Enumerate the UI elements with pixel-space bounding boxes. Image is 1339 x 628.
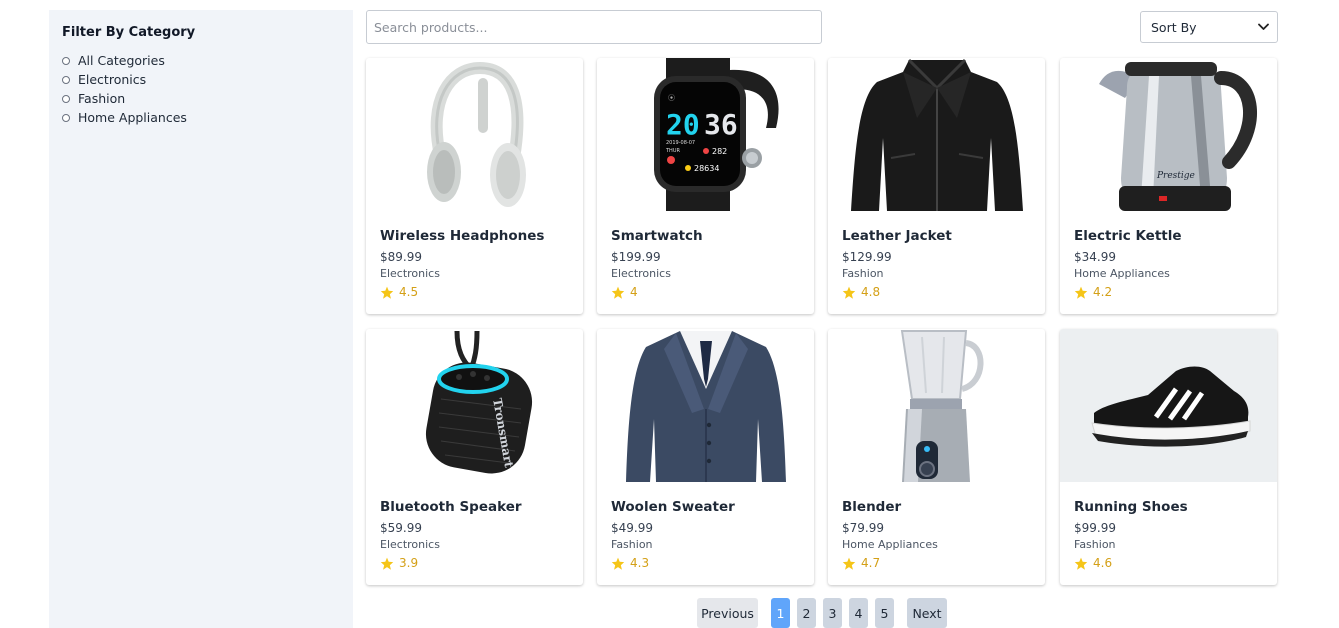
watch-date: 2019-08-07 [666,140,695,146]
watch-hour: 20 [666,108,700,141]
sweater-image [597,329,814,482]
product-rating: 4.5 [380,285,418,299]
sort-select[interactable]: Sort By [1140,11,1278,43]
star-icon [1074,557,1088,570]
product-price: $59.99 [380,521,422,535]
product-price: $79.99 [842,521,884,535]
search-input[interactable] [366,10,822,44]
rating-value: 3.9 [399,556,419,570]
star-icon [842,557,856,570]
category-label: Fashion [78,91,126,106]
product-price: $199.99 [611,250,661,264]
product-card-smartwatch[interactable]: ⦿ 20 36 2019-08-07 THUR 282 28634 Smartw… [597,58,814,314]
watch-minute: 36 [704,108,738,141]
page-button-5[interactable]: 5 [875,598,894,628]
product-price: $34.99 [1074,250,1116,264]
product-price: $99.99 [1074,521,1116,535]
product-category: Fashion [842,267,884,280]
radio-button[interactable] [62,56,70,65]
star-icon [842,286,856,299]
radio-button[interactable] [62,94,70,103]
blender-image [828,329,1045,482]
jacket-image [828,58,1045,211]
smartwatch-image: ⦿ 20 36 2019-08-07 THUR 282 28634 [597,58,814,211]
category-option-electronics[interactable]: Electronics [62,72,146,87]
star-icon [380,286,394,299]
sort-label: Sort By [1151,19,1197,35]
watch-day: THUR [665,148,680,154]
svg-text:⦿: ⦿ [668,94,675,102]
product-card-bluetooth-speaker[interactable]: Tronsmart Bluetooth Speaker $59.99 Elect… [366,329,583,585]
sidebar-title: Filter By Category [62,25,196,40]
star-icon [611,557,625,570]
product-card-wireless-headphones[interactable]: Wireless Headphones $89.99 Electronics 4… [366,58,583,314]
headphones-image [366,58,583,211]
next-page-button[interactable]: Next [907,598,947,628]
page-button-1[interactable]: 1 [771,598,790,628]
rating-value: 4.3 [630,556,650,570]
product-name: Electric Kettle [1074,228,1182,244]
product-category: Fashion [611,538,653,551]
star-icon [1074,286,1088,299]
product-name: Bluetooth Speaker [380,499,522,515]
chevron-down-icon [1258,23,1269,30]
product-price: $89.99 [380,250,422,264]
product-rating: 4.7 [842,556,880,570]
rating-value: 4.5 [399,285,419,299]
category-option-home-appliances[interactable]: Home Appliances [62,110,187,125]
previous-page-button[interactable]: Previous [697,598,758,628]
product-name: Blender [842,499,902,515]
rating-value: 4.6 [1093,556,1113,570]
radio-button[interactable] [62,113,70,122]
page-button-2[interactable]: 2 [797,598,816,628]
watch-heart-rate: 282 [712,147,727,156]
product-category: Electronics [380,267,440,280]
rating-value: 4.2 [1093,285,1113,299]
product-rating: 4.3 [611,556,649,570]
category-label: Electronics [78,72,147,87]
product-rating: 4.2 [1074,285,1112,299]
product-category: Home Appliances [842,538,938,551]
category-label: Home Appliances [78,110,187,125]
product-card-woolen-sweater[interactable]: Woolen Sweater $49.99 Fashion 4.3 [597,329,814,585]
product-category: Electronics [380,538,440,551]
shoes-image [1060,329,1277,482]
product-name: Wireless Headphones [380,228,545,244]
product-name: Running Shoes [1074,499,1188,515]
star-icon [380,557,394,570]
product-rating: 4.6 [1074,556,1112,570]
page-button-4[interactable]: 4 [849,598,868,628]
product-card-leather-jacket[interactable]: Leather Jacket $129.99 Fashion 4.8 [828,58,1045,314]
rating-value: 4 [630,285,638,299]
product-name: Woolen Sweater [611,499,735,515]
product-name: Leather Jacket [842,228,952,244]
product-rating: 4 [611,285,638,299]
speaker-image: Tronsmart [366,329,583,482]
rating-value: 4.8 [861,285,881,299]
watch-steps: 28634 [694,164,719,173]
radio-button[interactable] [62,75,70,84]
product-rating: 3.9 [380,556,418,570]
product-card-blender[interactable]: Blender $79.99 Home Appliances 4.7 [828,329,1045,585]
product-price: $129.99 [842,250,892,264]
product-category: Electronics [611,267,671,280]
kettle-image: Prestige [1060,58,1277,211]
product-card-electric-kettle[interactable]: Prestige Electric Kettle $34.99 Home App… [1060,58,1277,314]
category-option-fashion[interactable]: Fashion [62,91,125,106]
category-option-all[interactable]: All Categories [62,53,165,68]
category-sidebar: Filter By Category All Categories Electr… [49,10,353,628]
category-label: All Categories [78,53,165,68]
product-card-running-shoes[interactable]: Running Shoes $99.99 Fashion 4.6 [1060,329,1277,585]
product-name: Smartwatch [611,228,703,244]
star-icon [611,286,625,299]
product-rating: 4.8 [842,285,880,299]
product-category: Home Appliances [1074,267,1170,280]
kettle-brand-mark: Prestige [1156,171,1195,181]
product-category: Fashion [1074,538,1116,551]
page-button-3[interactable]: 3 [823,598,842,628]
product-price: $49.99 [611,521,653,535]
rating-value: 4.7 [861,556,881,570]
